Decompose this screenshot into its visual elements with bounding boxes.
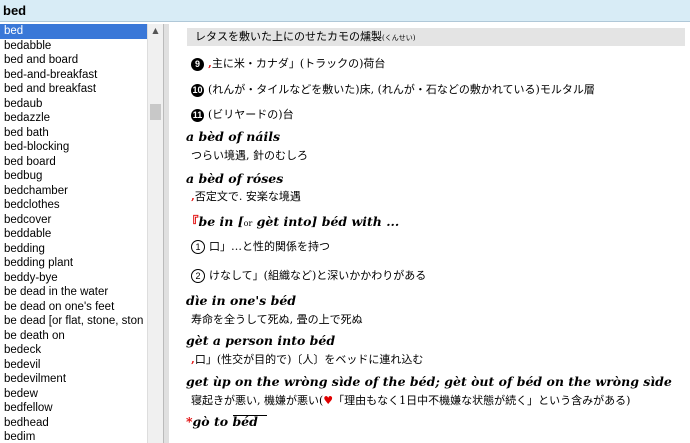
entry-header-line: レタスを敷いた上にのせたカモの燻製(くんせい) [187, 28, 685, 46]
sense-number: 1 [191, 240, 205, 254]
phrase-get-up-on-wrong-side: get ùp on the wròng sìde of the béd; gèt… [186, 374, 672, 389]
word-list-item[interactable]: beddy-bye [0, 271, 147, 286]
search-bar [0, 0, 690, 22]
divider-line [233, 415, 267, 416]
word-list-item[interactable]: bedim [0, 430, 147, 443]
definition-text: 否定文で. 安楽な境遇 [194, 190, 301, 203]
sense-2: 2 けなして」(組織など)と深いかかわりがある [191, 267, 426, 283]
phrase-go-to-bed: *gò to béd [186, 414, 258, 429]
entry-content: レタスを敷いた上にのせたカモの燻製(くんせい) 9 ‚主に米・カナダ」(トラックの… [169, 24, 690, 443]
word-list-item[interactable]: be death on [0, 329, 147, 344]
sense-9: 9 ‚主に米・カナダ」(トラックの)荷台 [191, 55, 385, 71]
sense-11: 11 (ビリヤードの)台 [191, 106, 294, 122]
definition-text: 寝起きが悪い, 機嫌が悪い( [191, 394, 324, 407]
phrase-die-in-ones-bed: dìe in one's béd [186, 293, 297, 308]
phrase-definition: つらい境遇, 針のむしろ [191, 149, 308, 162]
word-list-item[interactable]: bedding [0, 242, 147, 257]
word-list-item[interactable]: bed and breakfast [0, 82, 147, 97]
word-list-item[interactable]: bed-blocking [0, 140, 147, 155]
header-text: レタスを敷いた上にのせたカモの燻製 [195, 30, 382, 43]
word-list-item[interactable]: bed bath [0, 126, 147, 141]
phrase-definition: 寝起きが悪い, 機嫌が悪い(♥「理由もなく1日中不機嫌な状態が続く」という含みが… [191, 392, 630, 408]
phrase-bed-of-roses: a bèd of róses [186, 171, 284, 186]
sense-number: 9 [191, 58, 204, 71]
word-list-item[interactable]: bedding plant [0, 256, 147, 271]
label-marker-icon: 『 [186, 214, 199, 229]
sense-number: 2 [191, 269, 205, 283]
phrase-be-in-bed-with: 『be in [or gèt into] béd with ... [186, 211, 399, 230]
word-list-scrollbar[interactable]: ▲ [147, 24, 163, 443]
definition-text: 「理由もなく1日中不機嫌な状態が続く」という含みがある) [333, 394, 631, 407]
phrase-get-a-person-into-bed: gèt a person into béd [186, 333, 336, 348]
word-list-item[interactable]: be dead on one's feet [0, 300, 147, 315]
word-list-item[interactable]: beddable [0, 227, 147, 242]
sense-text: (ビリヤードの)台 [208, 108, 294, 121]
sense-number: 10 [191, 84, 204, 97]
word-list-item[interactable]: bedeck [0, 343, 147, 358]
sense-text: (れんが・タイルなどを敷いた)床, (れんが・石などの敷かれている)モルタル層 [208, 83, 595, 96]
scrollbar-thumb[interactable] [150, 104, 161, 120]
word-list-item[interactable]: bed board [0, 155, 147, 170]
sense-text: 口」…と性的関係を持つ [209, 240, 330, 253]
word-list-item[interactable]: bedew [0, 387, 147, 402]
sense-text: けなして」(組織など)と深いかかわりがある [209, 269, 427, 282]
word-list-item[interactable]: bedaub [0, 97, 147, 112]
definition-text: 口」(性交が目的で)〔人〕をベッドに連れ込む [194, 353, 424, 366]
word-list-item[interactable]: bedcover [0, 213, 147, 228]
word-list-item-selected[interactable]: bed [0, 24, 147, 39]
phrase-text: gò to béd [192, 414, 258, 429]
sense-10: 10 (れんが・タイルなどを敷いた)床, (れんが・石などの敷かれている)モルタル… [191, 81, 595, 97]
word-list-item[interactable]: be dead in the water [0, 285, 147, 300]
word-list-item[interactable]: be dead [or flat, stone, ston [0, 314, 147, 329]
search-input[interactable] [3, 2, 603, 19]
word-list-item[interactable]: bedclothes [0, 198, 147, 213]
word-list-item[interactable]: bedchamber [0, 184, 147, 199]
heart-icon: ♥ [323, 394, 334, 407]
word-list-item[interactable]: bedazzle [0, 111, 147, 126]
word-list-item[interactable]: bedfellow [0, 401, 147, 416]
word-list-item[interactable]: bedevil [0, 358, 147, 373]
word-list-item[interactable]: bedhead [0, 416, 147, 431]
phrase-definition: ‚口」(性交が目的で)〔人〕をベッドに連れ込む [191, 351, 423, 367]
phrase-definition: ‚否定文で. 安楽な境遇 [191, 188, 301, 204]
word-list-item[interactable]: bedabble [0, 39, 147, 54]
word-list-item[interactable]: bed and board [0, 53, 147, 68]
sense-1: 1 口」…と性的関係を持つ [191, 238, 330, 254]
phrase-part: be in [ [198, 214, 244, 229]
scroll-up-arrow-icon[interactable]: ▲ [148, 24, 163, 38]
phrase-part: gèt into] béd with ... [252, 214, 400, 229]
word-list[interactable]: bed bedabble bed and board bed-and-breakfas… [0, 24, 147, 443]
sense-text: 主に米・カナダ」(トラックの)荷台 [211, 57, 386, 70]
sense-number: 11 [191, 109, 204, 122]
phrase-bed-of-nails: a bèd of náils [186, 129, 281, 144]
phrase-definition: 寿命を全うして死ぬ, 畳の上で死ぬ [191, 313, 363, 326]
word-list-item[interactable]: bedbug [0, 169, 147, 184]
word-list-item[interactable]: bedevilment [0, 372, 147, 387]
word-list-item[interactable]: bed-and-breakfast [0, 68, 147, 83]
header-reading: (くんせい) [382, 34, 416, 42]
